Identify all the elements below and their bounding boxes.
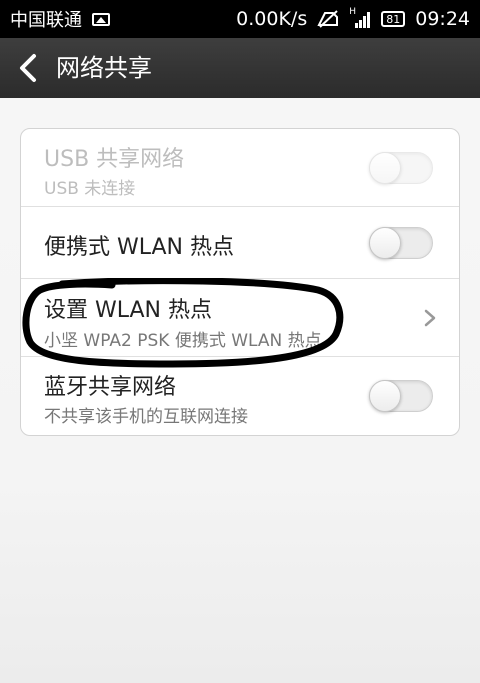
status-bar: 中国联通 0.00K/s H 81 09:24 (0, 0, 480, 38)
clock: 09:24 (415, 8, 470, 30)
toggle-knob (369, 380, 401, 412)
battery-icon: 81 (381, 11, 406, 27)
usb-tethering-toggle[interactable] (369, 152, 433, 184)
network-speed: 0.00K/s (236, 8, 308, 30)
portable-hotspot-toggle[interactable] (369, 227, 433, 259)
no-sim-icon (317, 10, 339, 28)
page-title: 网络共享 (56, 54, 152, 82)
title-bar: 网络共享 (0, 38, 480, 98)
back-button[interactable] (10, 46, 46, 90)
usb-tethering-subtitle: USB 未连接 (44, 179, 136, 199)
carrier-name: 中国联通 (10, 10, 82, 31)
status-right: 0.00K/s H 81 09:24 (236, 0, 470, 38)
signal-strength-icon (355, 12, 371, 28)
back-arrow-icon (20, 54, 36, 82)
status-left: 中国联通 (10, 0, 110, 38)
bluetooth-tethering-toggle[interactable] (369, 380, 433, 412)
bluetooth-tethering-subtitle: 不共享该手机的互联网连接 (44, 407, 248, 427)
image-notification-icon (92, 12, 110, 26)
signal-group: H (349, 7, 371, 29)
usb-tethering-row[interactable]: USB 共享网络 USB 未连接 (21, 129, 459, 207)
portable-hotspot-row[interactable]: 便携式 WLAN 热点 (21, 207, 459, 279)
bluetooth-tethering-title: 蓝牙共享网络 (44, 375, 177, 400)
toggle-knob (369, 152, 401, 184)
chevron-right-icon (424, 309, 436, 327)
portable-hotspot-title: 便携式 WLAN 热点 (44, 235, 235, 260)
toggle-knob (369, 227, 401, 259)
usb-tethering-title: USB 共享网络 (44, 147, 185, 172)
hand-drawn-circle-annotation (22, 278, 344, 368)
